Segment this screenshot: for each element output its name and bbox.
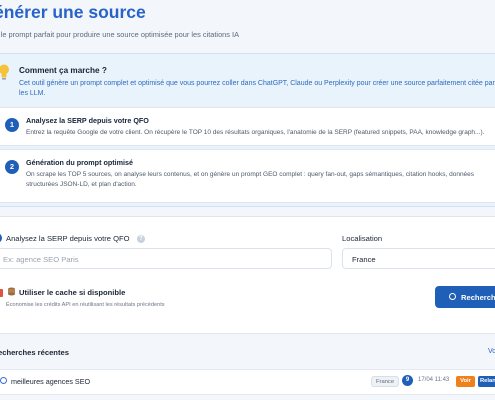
search-icon: [449, 293, 456, 300]
recent-searches-heading: echerches récentes: [0, 348, 69, 357]
location-label: Localisation: [342, 234, 383, 243]
how-it-works-title: Comment ça marche ?: [19, 66, 107, 75]
view-all-link[interactable]: Vo: [488, 348, 495, 355]
result-count-badge: 9: [402, 375, 413, 386]
page-subtitle: z le prompt parfait pour produire une so…: [0, 30, 240, 39]
search-input-placeholder: Ex: agence SEO Paris: [3, 255, 79, 264]
lightbulb-icon: [0, 64, 9, 80]
query-label: Analysez la SERP depuis votre QFO: [6, 234, 130, 243]
search-icon: [0, 377, 7, 384]
location-select-value: France: [352, 255, 376, 264]
cache-description: Économise les crédits API en réutilisant…: [6, 302, 165, 308]
page-title: énérer une source: [0, 2, 146, 22]
view-button[interactable]: Voir: [456, 376, 475, 387]
step-description: On scrape les TOP 5 sources, on analyse …: [26, 171, 475, 188]
search-input[interactable]: Ex: agence SEO Paris: [0, 248, 332, 269]
how-it-works-description: Cet outil génère un prompt complet et op…: [19, 80, 495, 97]
search-button[interactable]: Recherche: [435, 286, 495, 308]
step-title: Génération du prompt optimisé: [26, 158, 134, 167]
database-icon: [8, 287, 15, 296]
step-title: Analysez la SERP depuis votre QFO: [26, 116, 149, 125]
step-card-1: [0, 107, 495, 146]
timestamp: 17/04 11:43: [418, 377, 450, 383]
step-number-badge: 1: [5, 118, 19, 132]
location-badge: France: [371, 376, 400, 387]
rerun-button[interactable]: Relancer: [478, 376, 495, 387]
step-number-badge: 2: [5, 160, 19, 174]
cache-label: Utiliser le cache si disponible: [19, 288, 126, 297]
cache-checkbox[interactable]: [0, 289, 3, 297]
help-icon[interactable]: ?: [137, 235, 145, 243]
search-button-label: Recherche: [461, 293, 495, 302]
step-description: Entrez la requête Google de votre client…: [26, 129, 485, 136]
recent-query[interactable]: meilleures agences SEO: [11, 377, 90, 386]
location-select[interactable]: France: [342, 248, 495, 269]
